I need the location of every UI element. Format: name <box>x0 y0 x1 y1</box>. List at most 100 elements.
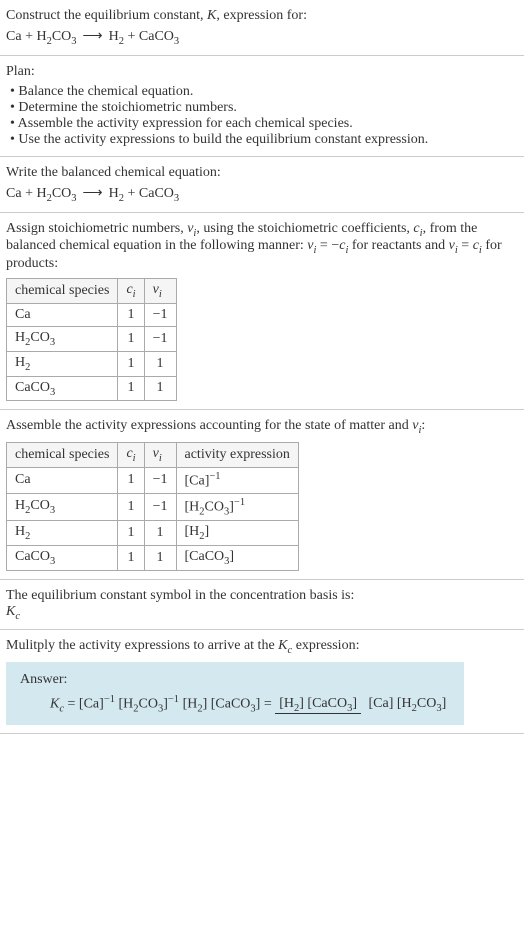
text: H <box>15 330 25 345</box>
cell-nui: 1 <box>144 545 176 570</box>
activity-table: chemical species ci νi activity expressi… <box>6 442 299 571</box>
text: Assemble the activity expressions accoun… <box>6 418 412 433</box>
table-header-row: chemical species ci νi activity expressi… <box>7 443 299 468</box>
text: ] <box>205 524 210 539</box>
table-row: H2CO3 1 −1 [H2CO3]−1 <box>7 493 299 520</box>
superscript: −1 <box>209 471 220 482</box>
text: = − <box>316 238 339 253</box>
bullet-item: • Balance the chemical equation. <box>10 84 518 100</box>
species: H <box>36 186 46 201</box>
table-row: Ca 1 −1 [Ca]−1 <box>7 467 299 493</box>
stoichiometric-section: Assign stoichiometric numbers, νi , using… <box>0 213 524 411</box>
reaction-arrow: ⟶ <box>83 29 103 44</box>
cell-nui: −1 <box>144 493 176 520</box>
bullet-item: • Use the activity expressions to build … <box>10 132 518 148</box>
cell-ci: 1 <box>118 493 144 520</box>
species: CaCO <box>139 29 174 44</box>
stoichiometric-table: chemical species ci νi Ca 1 −1 H2CO3 1 −… <box>6 278 177 401</box>
equilibrium-symbol-section: The equilibrium constant symbol in the c… <box>0 580 524 631</box>
cell-nui: 1 <box>144 521 176 546</box>
text: H <box>15 498 25 513</box>
chemical-equation: Ca + H2CO3⟶H2 + CaCO3 <box>6 28 518 47</box>
header-nui: νi <box>144 443 176 468</box>
superscript: −1 <box>168 694 179 705</box>
text: : <box>421 418 425 433</box>
cell-nui: 1 <box>144 376 176 401</box>
text: Assign stoichiometric numbers, <box>6 221 187 236</box>
subscript: 3 <box>50 386 55 397</box>
cell-activity: [CaCO3] <box>176 545 298 570</box>
cell-ci: 1 <box>118 467 144 493</box>
table-header-row: chemical species ci νi <box>7 279 177 304</box>
subscript: i <box>159 453 162 464</box>
table-row: CaCO3 1 1 <box>7 376 177 401</box>
species: CO <box>52 29 71 44</box>
kc-expression: Kc = [Ca]−1 [H2CO3]−1 [H2] [CaCO3] = [H2… <box>50 694 450 714</box>
cell-species: H2CO3 <box>7 326 118 351</box>
text: CaCO <box>15 549 50 564</box>
cell-activity: [Ca]−1 <box>176 467 298 493</box>
text: [Ca] [H <box>369 696 412 711</box>
text: expression: <box>292 638 359 653</box>
text: , using the stoichiometric coefficients, <box>196 221 413 236</box>
answer-box: Answer: Kc = [Ca]−1 [H2CO3]−1 [H2] [CaCO… <box>6 662 464 724</box>
bullet-item: • Assemble the activity expression for e… <box>10 116 518 132</box>
k: K <box>278 638 287 653</box>
cell-ci: 1 <box>118 303 144 326</box>
table-row: H2 1 1 <box>7 351 177 376</box>
text: [Ca] <box>79 697 104 712</box>
section-text: Assemble the activity expressions accoun… <box>6 418 518 436</box>
header-ci: ci <box>118 443 144 468</box>
cell-ci: 1 <box>118 326 144 351</box>
plan-section: Plan: • Balance the chemical equation. •… <box>0 56 524 157</box>
k: K <box>6 604 15 619</box>
text: ] [CaCO <box>203 697 251 712</box>
k-symbol: K <box>207 8 216 23</box>
table-row: CaCO3 1 1 [CaCO3] <box>7 545 299 570</box>
text: CO <box>139 697 158 712</box>
cell-species: CaCO3 <box>7 376 118 401</box>
cell-ci: 1 <box>118 521 144 546</box>
text: , expression for: <box>216 8 307 23</box>
species: H <box>109 186 119 201</box>
table-row: H2CO3 1 −1 <box>7 326 177 351</box>
subscript: i <box>133 289 136 300</box>
text: ] <box>352 696 357 711</box>
text: Construct the equilibrium constant, <box>6 8 207 23</box>
text: CO <box>30 330 49 345</box>
text: H <box>15 355 25 370</box>
cell-nui: −1 <box>144 467 176 493</box>
header-ci: ci <box>118 279 144 304</box>
text: H <box>15 524 25 539</box>
reaction-arrow: ⟶ <box>83 186 103 201</box>
superscript: −1 <box>104 694 115 705</box>
text: [H <box>115 697 133 712</box>
cell-species: H2 <box>7 351 118 376</box>
text: [Ca] <box>185 474 210 489</box>
text: ] <box>442 696 447 711</box>
subscript: 3 <box>50 505 55 516</box>
bullet-item: • Determine the stoichiometric numbers. <box>10 100 518 116</box>
species: CaCO <box>139 186 174 201</box>
section-title: Write the balanced chemical equation: <box>6 165 518 181</box>
subscript: 3 <box>174 36 179 47</box>
text: ] = <box>256 697 276 712</box>
subscript: 3 <box>71 193 76 204</box>
text: for reactants and <box>348 238 448 253</box>
fraction: [H2] [CaCO3] [Ca] [H2CO3] <box>275 696 450 714</box>
species: H <box>36 29 46 44</box>
text: [H <box>185 524 200 539</box>
species: Ca <box>6 29 22 44</box>
header-nui: νi <box>144 279 176 304</box>
subscript: i <box>133 453 136 464</box>
subscript: 3 <box>71 36 76 47</box>
cell-species: Ca <box>7 467 118 493</box>
section-text: The equilibrium constant symbol in the c… <box>6 588 518 604</box>
text: Ca <box>15 472 31 487</box>
superscript: −1 <box>234 497 245 508</box>
text: CO <box>417 696 436 711</box>
plus: + <box>124 29 139 44</box>
text: ] [CaCO <box>299 696 347 711</box>
text: CaCO <box>15 380 50 395</box>
cell-ci: 1 <box>118 351 144 376</box>
